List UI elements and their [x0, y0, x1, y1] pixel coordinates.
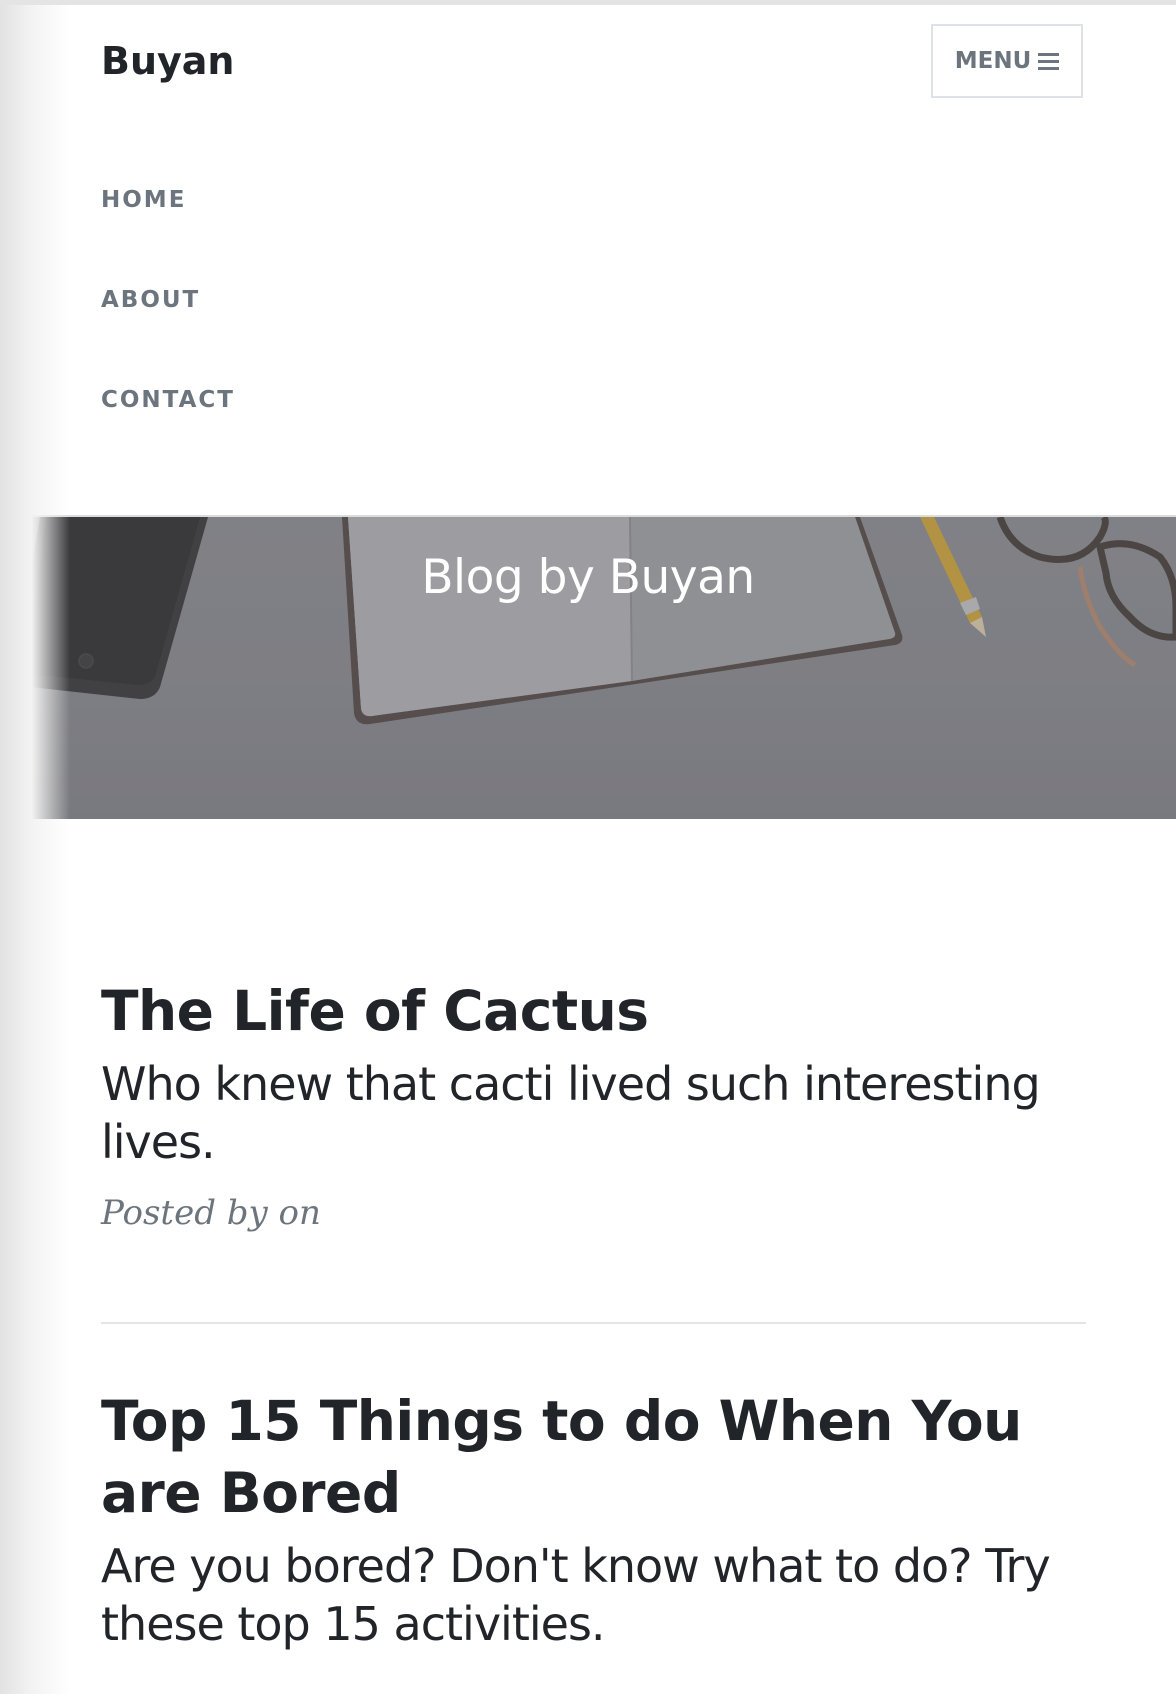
post-title-link[interactable]: Top 15 Things to do When You are Bored	[101, 1385, 1086, 1529]
post-subtitle: Who knew that cacti lived such interesti…	[101, 1057, 1041, 1169]
nav-item-contact[interactable]: CONTACT	[101, 387, 235, 413]
nav-item-home[interactable]: HOME	[101, 187, 186, 213]
post-title-link[interactable]: The Life of Cactus	[101, 975, 1086, 1047]
post-preview: The Life of Cactus Who knew that cacti l…	[101, 975, 1086, 1267]
nav-item-about[interactable]: ABOUT	[101, 287, 200, 313]
menu-toggle-button[interactable]: MENU	[931, 24, 1083, 98]
site-heading: Blog by Buyan	[421, 550, 755, 606]
page: Buyan MENU HOME ABOUT CONTACT Blog by Bu…	[0, 0, 1176, 1694]
masthead: Blog by Buyan	[0, 517, 1176, 819]
post-preview: Top 15 Things to do When You are Bored A…	[101, 1385, 1086, 1653]
main-nav: Buyan MENU HOME ABOUT CONTACT	[0, 5, 1176, 517]
menu-label: MENU	[954, 48, 1032, 74]
brand-link[interactable]: Buyan	[101, 39, 234, 83]
post-meta: Posted by on	[101, 1193, 321, 1233]
post-subtitle: Are you bored? Don't know what to do? Tr…	[101, 1539, 1051, 1651]
hamburger-icon	[1038, 52, 1060, 70]
post-divider	[101, 1322, 1086, 1324]
top-border	[0, 0, 1176, 5]
